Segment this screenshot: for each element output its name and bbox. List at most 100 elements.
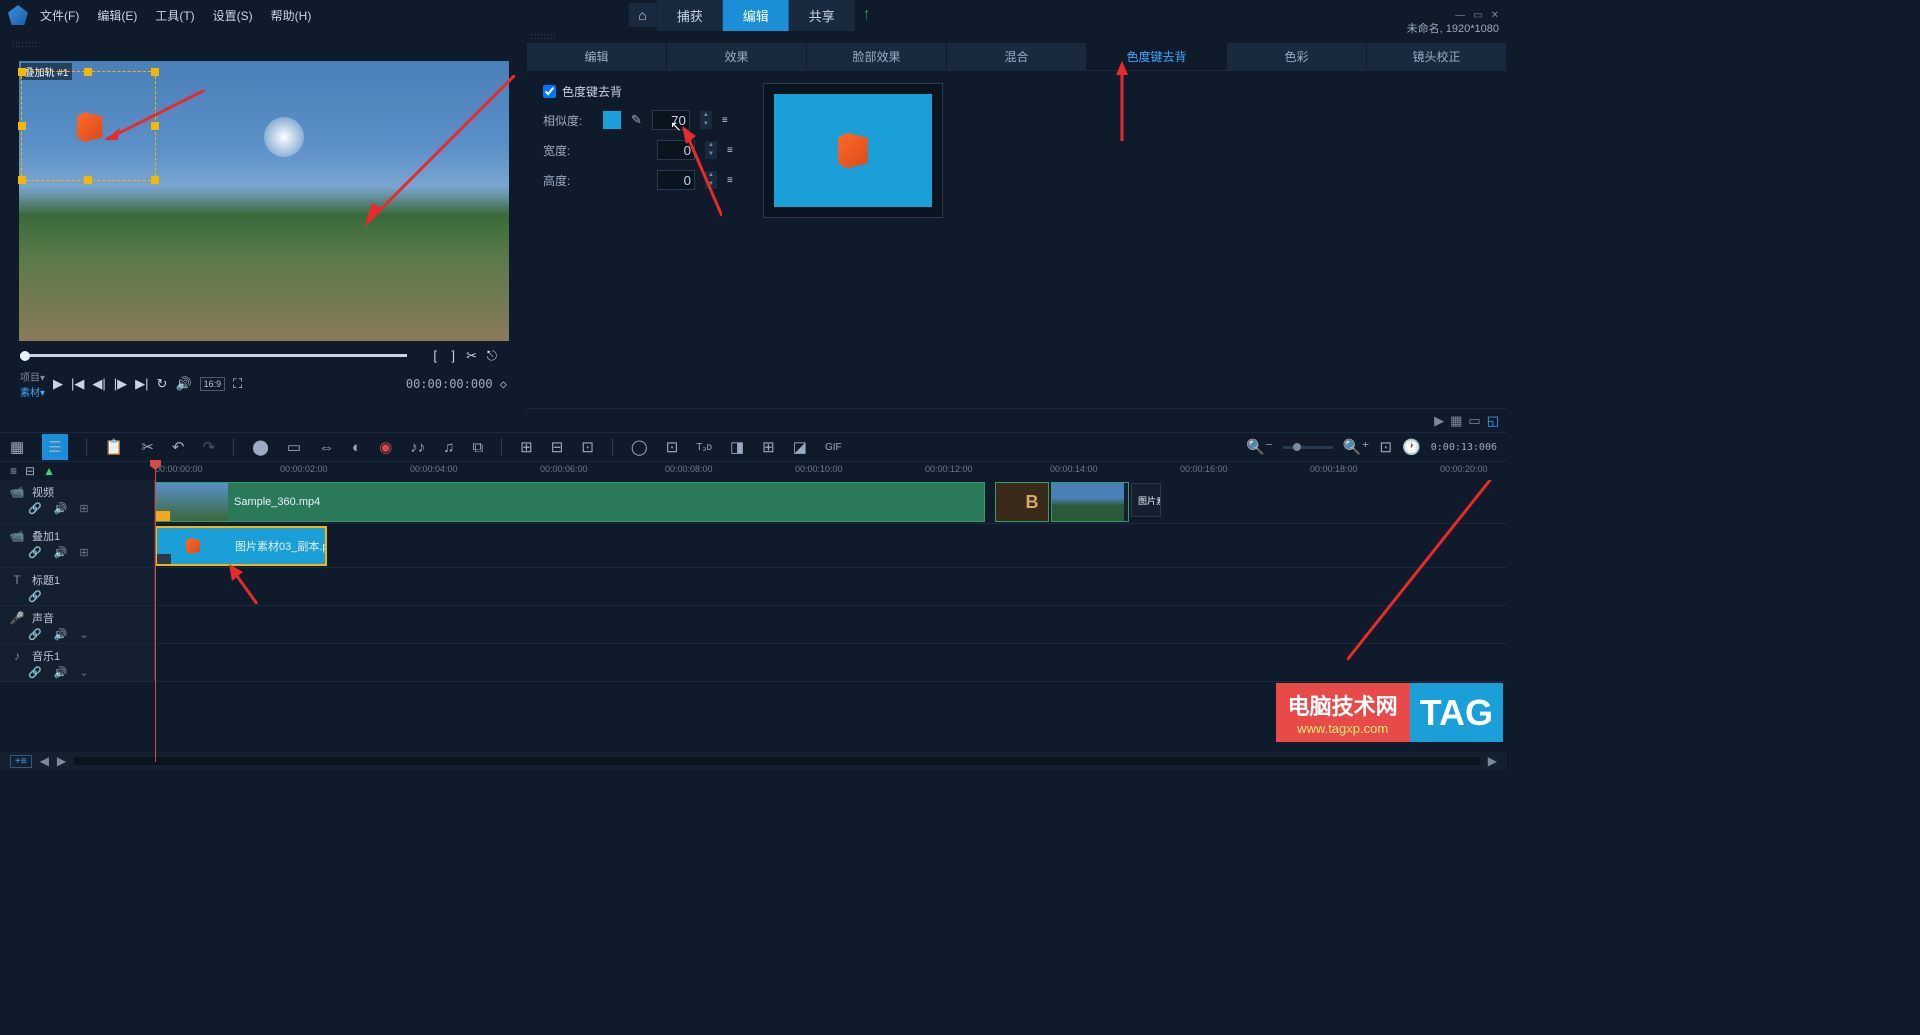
collapse-icon[interactable]: ⊞ <box>79 546 88 559</box>
resize-handle-bm[interactable] <box>84 176 92 184</box>
panel-grip[interactable]: :::::::: <box>8 38 519 51</box>
height-input[interactable] <box>657 170 695 190</box>
play-button[interactable]: ▶ <box>53 376 63 392</box>
split-icon[interactable]: ⎋ <box>487 348 497 364</box>
track-manager-icon[interactable]: ⊞ <box>520 438 533 456</box>
resize-handle-rm[interactable] <box>151 122 159 130</box>
resize-handle-tr[interactable] <box>151 68 159 76</box>
mixer-icon[interactable]: ♪♪ <box>410 439 425 456</box>
prop-tab-face[interactable]: 脸部效果 <box>807 43 947 70</box>
prop-tab-color[interactable]: 色彩 <box>1227 43 1367 70</box>
step-fwd-button[interactable]: |▶ <box>114 376 127 392</box>
resize-handle-tl[interactable] <box>18 68 26 76</box>
chroma-color-swatch[interactable] <box>603 111 621 129</box>
h-scrollbar[interactable] <box>74 757 1480 765</box>
resize-handle-bl[interactable] <box>18 176 26 184</box>
prop-tab-effect[interactable]: 效果 <box>667 43 807 70</box>
preview-timecode[interactable]: 00:00:00:000 ◇ <box>406 377 507 391</box>
fit-timeline-icon[interactable]: ⊡ <box>1380 438 1393 456</box>
spin-down[interactable]: ▼ <box>700 120 712 129</box>
collapse-icon[interactable]: ⊞ <box>79 502 88 515</box>
gif-icon[interactable]: GIF <box>825 442 842 453</box>
loop-button[interactable]: ↻ <box>157 376 168 392</box>
chroma-checkbox[interactable] <box>543 85 556 98</box>
clip-mode-label[interactable]: 素材▾ <box>20 384 45 399</box>
preview-scrubber[interactable]: [ ] ✂ ⎋ <box>20 349 507 361</box>
spin-up[interactable]: ▲ <box>705 171 717 180</box>
panel-grip[interactable]: :::::::: <box>527 30 1507 43</box>
ruler-menu-icon[interactable]: ≡ <box>10 464 17 478</box>
prop-tab-chroma[interactable]: 色度键去背 <box>1087 43 1227 70</box>
expand-icon[interactable]: ⌄ <box>79 666 88 679</box>
motion-icon[interactable]: ◯ <box>631 438 648 456</box>
mark-in-icon[interactable]: [ <box>433 348 437 363</box>
resize-handle-br[interactable] <box>151 176 159 184</box>
overlay-clip[interactable]: 图片素材03_副本.png <box>155 526 327 566</box>
layout-1-icon[interactable]: ▦ <box>1450 413 1462 429</box>
scissors-icon[interactable]: ✂ <box>466 348 477 364</box>
add-track-button[interactable]: +≡ <box>10 755 32 768</box>
spin-up[interactable]: ▲ <box>705 141 717 150</box>
resize-handle-tm[interactable] <box>84 68 92 76</box>
menu-edit[interactable]: 编辑(E) <box>97 7 137 24</box>
layout-2-icon[interactable]: ▭ <box>1468 413 1480 429</box>
selection-box[interactable] <box>21 71 156 181</box>
expand-icon[interactable]: ⛶ <box>233 376 242 392</box>
paste-icon[interactable]: 📋 <box>105 438 124 456</box>
video-clip[interactable]: Sample_360.mp4 <box>155 482 985 522</box>
tab-capture[interactable]: 捕获 <box>657 0 723 31</box>
3d-title-icon[interactable]: T₃ᴅ <box>696 442 712 453</box>
menu-file[interactable]: 文件(F) <box>40 7 79 24</box>
reset-icon[interactable]: ≡ <box>727 145 733 156</box>
resize-handle-lm[interactable] <box>18 122 26 130</box>
scrubber-thumb[interactable] <box>20 351 30 361</box>
spin-up[interactable]: ▲ <box>700 111 712 120</box>
link-icon[interactable]: 🔗 <box>28 590 42 603</box>
mute-icon[interactable]: 🔊 <box>54 502 68 515</box>
upload-icon[interactable]: ↑ <box>855 0 879 30</box>
preview-canvas[interactable]: 叠加轨 #1 <box>19 61 509 341</box>
aspect-ratio[interactable]: 16:9 <box>200 377 226 391</box>
expand-icon[interactable]: ⌄ <box>79 628 88 641</box>
tab-share[interactable]: 共享 <box>789 0 855 31</box>
window-restore[interactable]: ▭ <box>1473 10 1482 21</box>
chapter-icon[interactable]: ◉ <box>379 438 392 456</box>
zoom-in-icon[interactable]: 🔍⁺ <box>1343 438 1370 456</box>
timeline-ruler[interactable]: ≡ ⊟ ▲ 00:00:00:0000:00:02:0000:00:04:000… <box>0 462 1507 480</box>
redo-icon[interactable]: ↷ <box>202 438 215 456</box>
tab-home[interactable]: ⌂ <box>628 3 656 27</box>
eyedropper-icon[interactable]: ✎ <box>631 112 642 128</box>
window-close[interactable]: ✕ <box>1491 10 1499 21</box>
timeline-view-icon[interactable]: ☰ <box>42 434 67 460</box>
tab-edit[interactable]: 编辑 <box>723 0 789 31</box>
link-icon[interactable]: 🔗 <box>28 546 42 559</box>
volume-icon[interactable]: 🔊 <box>175 376 191 392</box>
fit-icon[interactable]: ⇔ <box>319 439 334 456</box>
render-icon[interactable]: ▭ <box>287 438 301 456</box>
mark-out-icon[interactable]: ] <box>451 348 455 363</box>
image-clip[interactable]: 图片素 <box>1131 483 1161 517</box>
scroll-left-icon[interactable]: ◀ <box>40 754 49 768</box>
auto-music-icon[interactable]: ♫ <box>443 439 454 456</box>
track-motion-icon[interactable]: ⊡ <box>666 438 679 456</box>
scroll-right2-icon[interactable]: ▶ <box>1488 754 1497 768</box>
subtitle-icon[interactable]: ◨ <box>730 438 744 456</box>
grid-icon[interactable]: ⊟ <box>551 438 564 456</box>
layout-3-icon[interactable]: ◱ <box>1487 413 1499 429</box>
multi-cam-icon[interactable]: ⊞ <box>762 438 775 456</box>
zoom-slider[interactable] <box>1283 446 1333 449</box>
reset-icon[interactable]: ≡ <box>727 175 733 186</box>
ruler-add-icon[interactable]: ▲ <box>43 464 55 478</box>
tools-icon[interactable]: ✂ <box>141 438 154 456</box>
prop-tab-blend[interactable]: 混合 <box>947 43 1087 70</box>
link-icon[interactable]: 🔗 <box>28 666 42 679</box>
scroll-right-icon[interactable]: ▶ <box>57 754 66 768</box>
timeline-timecode[interactable]: 0:00:13:006 <box>1431 442 1497 453</box>
link-icon[interactable]: ⧉ <box>472 439 483 456</box>
mute-icon[interactable]: 🔊 <box>54 546 68 559</box>
ruler-list-icon[interactable]: ⊟ <box>25 464 35 478</box>
playhead[interactable] <box>155 462 156 762</box>
marker-icon[interactable]: ◐ <box>352 439 361 456</box>
project-mode-label[interactable]: 项目▾ <box>20 369 45 384</box>
step-back-button[interactable]: ◀| <box>92 376 105 392</box>
